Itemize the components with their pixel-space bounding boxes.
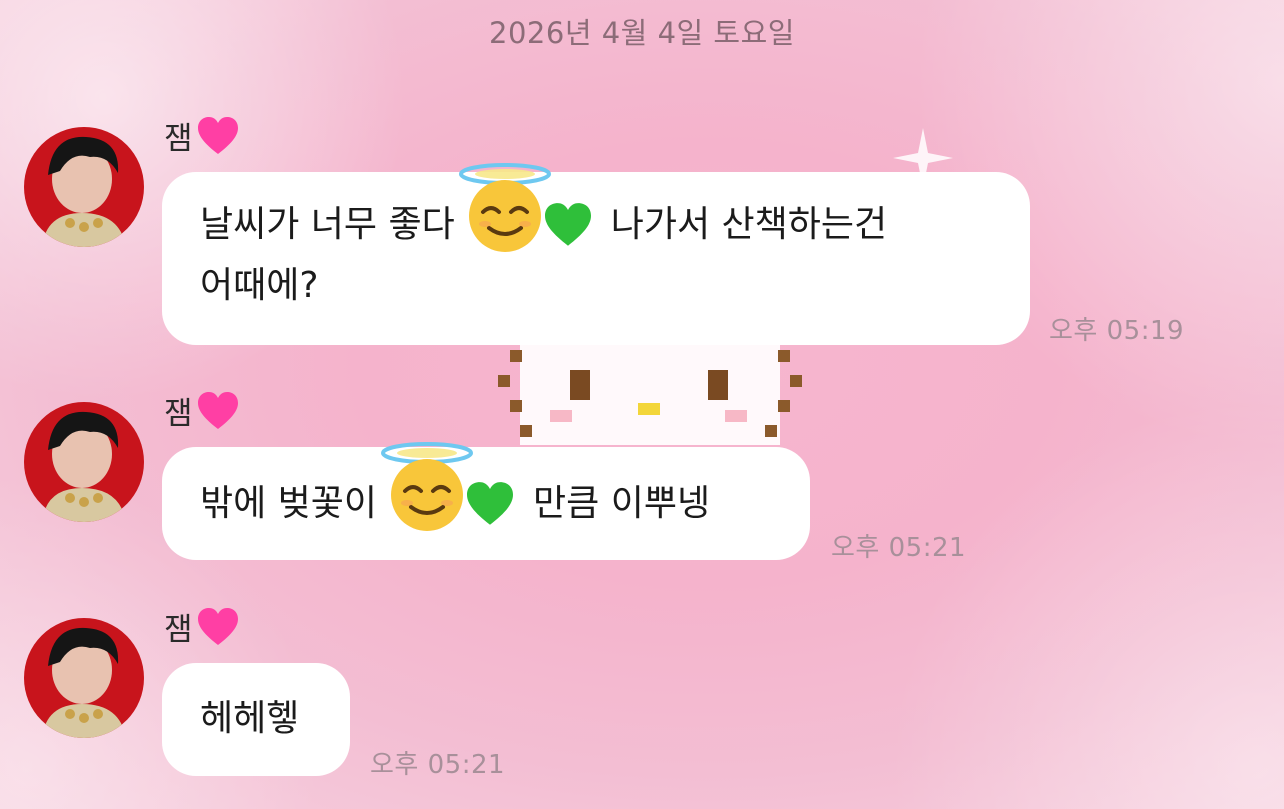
pink-heart-icon: [197, 391, 238, 429]
smiling-face-with-halo-icon: [458, 163, 551, 252]
green-heart-icon: [544, 203, 591, 246]
message-text: 어때에?: [200, 265, 319, 306]
message-bubble[interactable]: 날씨가 너무 좋다 나가서 산책하는건 어때에?: [162, 163, 1030, 345]
message-timestamp: 오후 05:21: [831, 533, 967, 563]
message-text: 만큼 이뿌넹: [533, 483, 711, 524]
message-timestamp: 오후 05:21: [370, 750, 506, 780]
message-bubble[interactable]: 헤헤헿: [162, 663, 350, 776]
pink-heart-icon: [197, 116, 238, 154]
date-header: 2026년 4월 4일 토요일: [489, 16, 795, 50]
sender-avatar[interactable]: [24, 618, 144, 738]
message-bubble[interactable]: 밖에 벚꽃이 만큼 이뿌넹: [162, 442, 810, 560]
sender-name: 잼: [164, 604, 239, 649]
sender-avatar[interactable]: [24, 127, 144, 247]
message-text: 헤헤헿: [200, 698, 300, 739]
message-timestamp: 오후 05:19: [1049, 316, 1185, 346]
green-heart-icon: [467, 482, 514, 525]
sender-name: 잼: [164, 388, 239, 433]
sender-name: 잼: [164, 113, 239, 158]
smiling-face-with-halo-icon: [381, 442, 474, 531]
pixel-art-background: [498, 345, 802, 445]
message-text: 나가서 산책하는건: [610, 204, 888, 245]
message-text: 밖에 벚꽃이: [200, 483, 378, 524]
message-text: 날씨가 너무 좋다: [200, 204, 455, 245]
sender-avatar[interactable]: [24, 402, 144, 522]
pink-heart-icon: [197, 607, 238, 645]
